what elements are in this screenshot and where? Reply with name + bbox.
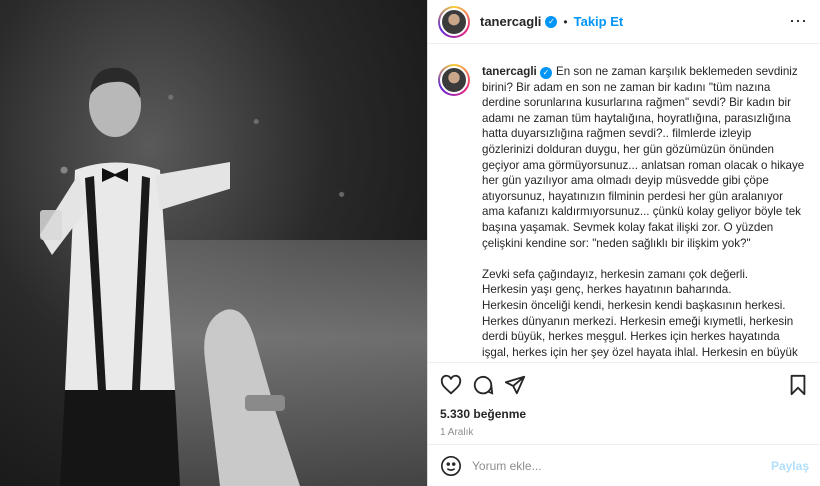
follow-button[interactable]: Takip Et bbox=[574, 14, 624, 29]
avatar[interactable] bbox=[438, 5, 470, 38]
caption-avatar[interactable] bbox=[438, 64, 470, 96]
post-comment-button[interactable]: Paylaş bbox=[771, 459, 809, 473]
emoji-icon[interactable] bbox=[440, 455, 462, 477]
username-link[interactable]: tanercagli bbox=[480, 14, 541, 29]
verified-icon: ✓ bbox=[545, 15, 558, 28]
comment-input[interactable] bbox=[472, 458, 771, 473]
post-photo[interactable] bbox=[0, 0, 427, 486]
bookmark-icon[interactable] bbox=[787, 374, 809, 396]
caption-text: En son ne zaman karşılık beklemeden sevd… bbox=[482, 65, 805, 362]
post-header: tanercagli ✓ • Takip Et ⋯ bbox=[428, 0, 820, 44]
caption-area: tanercagli ✓ En son ne zaman karşılık bek… bbox=[428, 52, 820, 362]
heart-icon[interactable] bbox=[440, 374, 462, 396]
post-sidebar: tanercagli ✓ • Takip Et ⋯ tanercagli ✓ En… bbox=[427, 0, 820, 486]
foreground-hand bbox=[204, 309, 300, 486]
like-count[interactable]: 5.330 beğenme bbox=[440, 407, 809, 421]
post-date[interactable]: 1 Aralık bbox=[440, 427, 809, 438]
comment-icon[interactable] bbox=[472, 374, 494, 396]
action-bar: 5.330 beğenme 1 Aralık bbox=[428, 362, 820, 438]
comment-bar: Paylaş bbox=[428, 444, 820, 486]
more-options-icon[interactable]: ⋯ bbox=[789, 11, 808, 32]
verified-icon: ✓ bbox=[540, 67, 553, 79]
action-icons bbox=[440, 373, 809, 397]
share-icon[interactable] bbox=[504, 374, 526, 396]
dot-separator: • bbox=[563, 14, 568, 29]
caption: tanercagli ✓ En son ne zaman karşılık bek… bbox=[482, 64, 805, 362]
caption-username[interactable]: tanercagli bbox=[482, 65, 537, 78]
